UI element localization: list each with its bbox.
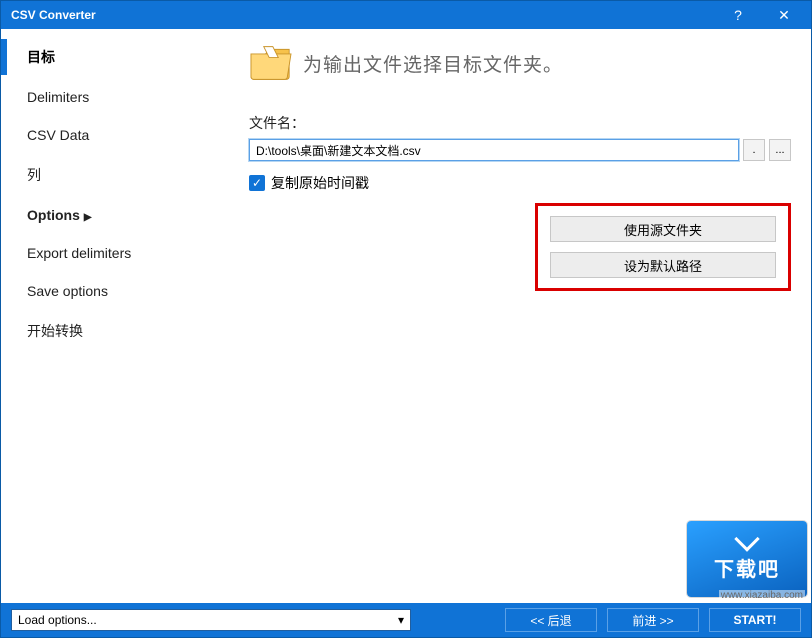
page-heading: 为输出文件选择目标文件夹。 [303, 50, 563, 77]
sidebar-item-label: 目标 [27, 49, 55, 65]
watermark-url: www.xiazaiba.com [719, 590, 805, 601]
file-name-row: . ... [249, 139, 791, 161]
copy-timestamp-label: 复制原始时间戳 [271, 173, 369, 193]
sidebar-item-options[interactable]: Options ▶ [1, 199, 239, 231]
sidebar-item-label: CSV Data [27, 127, 89, 143]
close-button[interactable]: ✕ [761, 1, 807, 29]
copy-timestamp-row: ✓ 复制原始时间戳 [249, 173, 791, 193]
chevron-right-icon: ▶ [84, 212, 92, 223]
sidebar-item-columns[interactable]: 列 [1, 157, 239, 193]
sidebar-item-label: Export delimiters [27, 245, 131, 261]
highlighted-actions: 使用源文件夹 设为默认路径 [535, 203, 791, 291]
use-source-folder-button[interactable]: 使用源文件夹 [550, 216, 776, 242]
back-button[interactable]: << 后退 [505, 608, 597, 632]
main-panel: 为输出文件选择目标文件夹。 文件名： . ... ✓ 复制原始时间戳 使用源文件… [239, 29, 811, 603]
load-options-label: Load options... [18, 613, 97, 627]
start-button[interactable]: START! [709, 608, 801, 632]
file-name-label: 文件名： [249, 113, 791, 133]
app-title: CSV Converter [11, 8, 715, 22]
copy-timestamp-checkbox[interactable]: ✓ [249, 175, 265, 191]
folder-icon [249, 43, 293, 83]
sidebar-item-delimiters[interactable]: Delimiters [1, 81, 239, 113]
app-window: CSV Converter ? ✕ 目标 Delimiters CSV Data… [0, 0, 812, 638]
footer: Load options... ▾ << 后退 前进 >> START! [1, 603, 811, 637]
sidebar-item-label: Delimiters [27, 89, 89, 105]
file-name-input[interactable] [249, 139, 739, 161]
load-options-dropdown[interactable]: Load options... ▾ [11, 609, 411, 631]
sidebar: 目标 Delimiters CSV Data 列 Options ▶ Export… [1, 29, 239, 603]
sidebar-item-target[interactable]: 目标 [1, 39, 239, 75]
sidebar-item-export-delimiters[interactable]: Export delimiters [1, 237, 239, 269]
file-dot-button[interactable]: . [743, 139, 765, 161]
sidebar-item-save-options[interactable]: Save options [1, 275, 239, 307]
sidebar-item-label: Options [27, 207, 80, 223]
sidebar-item-label: 开始转换 [27, 323, 83, 339]
help-button[interactable]: ? [715, 1, 761, 29]
file-browse-button[interactable]: ... [769, 139, 791, 161]
sidebar-item-start-convert[interactable]: 开始转换 [1, 313, 239, 349]
heading-row: 为输出文件选择目标文件夹。 [249, 43, 791, 83]
sidebar-item-label: Save options [27, 283, 108, 299]
set-default-path-button[interactable]: 设为默认路径 [550, 252, 776, 278]
sidebar-item-csv-data[interactable]: CSV Data [1, 119, 239, 151]
content: 目标 Delimiters CSV Data 列 Options ▶ Export… [1, 29, 811, 603]
next-button[interactable]: 前进 >> [607, 608, 699, 632]
titlebar: CSV Converter ? ✕ [1, 1, 811, 29]
chevron-down-icon: ▾ [398, 613, 404, 627]
sidebar-item-label: 列 [27, 167, 41, 183]
